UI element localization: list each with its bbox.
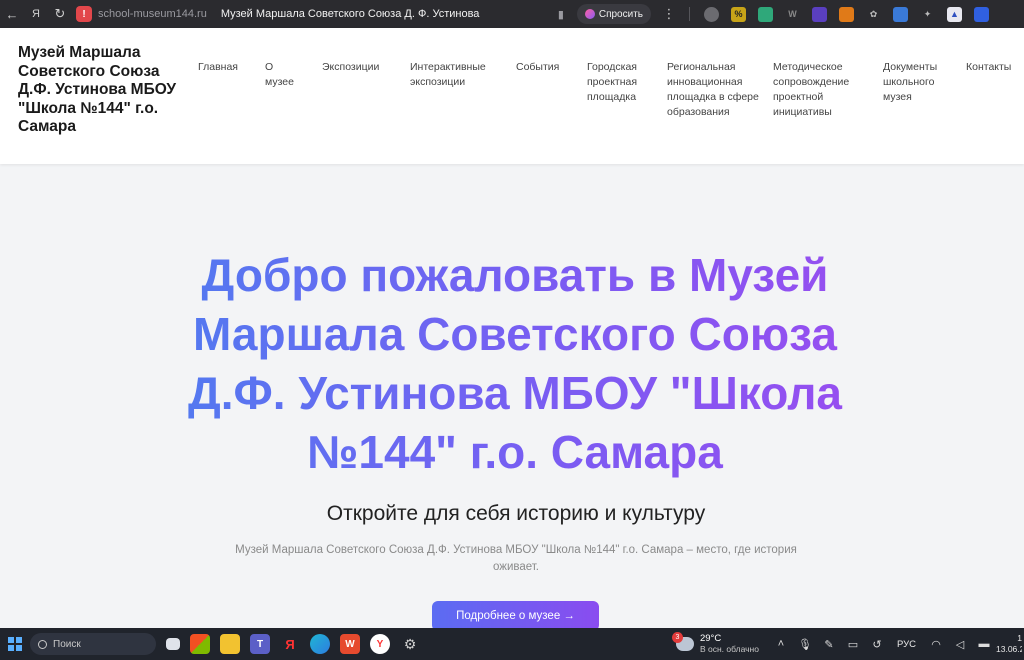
site-header: Музей Маршала Советского Союза Д.Ф. Усти…	[0, 28, 1024, 164]
nav-events[interactable]: События	[516, 60, 578, 75]
hero-title: Добро пожаловать в Музей Маршала Советск…	[140, 246, 890, 482]
orange-extension-icon[interactable]	[838, 6, 854, 22]
teams-icon[interactable]: T	[250, 634, 270, 654]
browser-toolbar: ← Я ↻ ! school-museum144.ru Музей Маршал…	[0, 0, 1024, 28]
weather-badge: 3	[671, 632, 683, 643]
alice-icon	[584, 9, 595, 19]
nav-city-project[interactable]: Городская проектная площадка	[587, 60, 655, 105]
weather-temp: 29°C	[699, 633, 722, 645]
green-extension-icon[interactable]	[757, 6, 773, 22]
yandex-home-icon[interactable]: Я	[24, 2, 48, 26]
nav-methodical-support[interactable]: Методическое сопровождение проектной ини…	[773, 60, 871, 120]
chevron-up-icon[interactable]: ˄	[774, 637, 788, 651]
volume-icon[interactable]: ◁	[953, 637, 967, 651]
weather-desc: В осн. облачно	[699, 643, 759, 654]
microphone-icon[interactable]: 🎙	[798, 637, 812, 651]
clock-date: 13.06.2	[996, 644, 1022, 654]
search-label: Поиск	[53, 638, 81, 650]
reload-icon[interactable]: ↻	[48, 2, 72, 26]
nav-regional-innovation[interactable]: Региональная инновационная площадка в сф…	[667, 60, 761, 120]
store-icon[interactable]	[190, 634, 210, 654]
url-host[interactable]: school-museum144.ru	[98, 8, 207, 20]
toolbar-divider	[688, 7, 690, 21]
nav-interactive-expositions[interactable]: Интерактивные экспозиции	[410, 60, 500, 90]
bookmark-icon[interactable]: ▮	[551, 8, 571, 21]
warning-icon[interactable]: !	[76, 6, 92, 22]
ask-label: Спросить	[598, 8, 643, 20]
nav-contacts[interactable]: Контакты	[966, 60, 1022, 75]
yandex-icon[interactable]: Я	[280, 634, 300, 654]
hero-description: Музей Маршала Советского Союза Д.Ф. Усти…	[235, 544, 797, 574]
nav-home[interactable]: Главная	[198, 60, 253, 75]
settings-icon[interactable]: ⚙	[400, 634, 420, 654]
hero-subtitle: Откройте для себя историю и культуру	[326, 502, 706, 525]
pen-icon[interactable]: ✎	[822, 637, 836, 651]
windows-taskbar: Поиск T Я W Y ⚙ 3 29°C В осн. облачно ˄ …	[0, 628, 1024, 660]
yandex-browser-icon[interactable]: Y	[370, 634, 390, 654]
nav-documents[interactable]: Документы школьного музея	[883, 60, 953, 105]
file-explorer-icon[interactable]	[220, 634, 240, 654]
wiki-extension-icon[interactable]: W	[785, 7, 800, 22]
purple-extension-icon[interactable]	[811, 6, 827, 22]
browser-w-icon[interactable]: W	[340, 634, 360, 654]
download-extension-icon[interactable]	[973, 6, 989, 22]
system-tray: 3 29°C В осн. облачно ˄ 🎙 ✎ ▭ ↺ РУС ◠ ◁ …	[671, 628, 1024, 660]
gear-extension-icon[interactable]: ✿	[866, 7, 881, 22]
nav-expositions[interactable]: Экспозиции	[322, 60, 398, 75]
wifi-icon[interactable]: ◠	[929, 637, 943, 651]
search-icon	[38, 639, 47, 649]
nav-about[interactable]: О музее	[265, 60, 305, 90]
back-icon[interactable]: ←	[0, 2, 24, 26]
address-bar[interactable]: ! school-museum144.ru Музей Маршала Сове…	[76, 3, 551, 25]
taskbar-search[interactable]: Поиск	[30, 633, 156, 655]
menu-icon[interactable]: ⋮	[657, 2, 681, 26]
network-icon[interactable]: ▭	[846, 637, 860, 651]
cloud-icon: 3	[671, 632, 694, 651]
site-title[interactable]: Музей Маршала Советского Союза Д.Ф. Усти…	[18, 44, 193, 137]
windows-start-icon[interactable]	[8, 637, 22, 651]
sync-icon[interactable]: ↺	[870, 637, 884, 651]
ask-button[interactable]: Спросить	[576, 4, 651, 24]
clock-time: 1	[1017, 633, 1022, 644]
profile-extension-icon[interactable]: ▲	[946, 6, 962, 22]
tab-title: Музей Маршала Советского Союза Д. Ф. Уст…	[220, 8, 480, 20]
learn-more-button[interactable]: Подробнее о музее →	[432, 601, 599, 631]
edge-icon[interactable]	[310, 634, 330, 654]
battery-icon[interactable]: ▬	[977, 637, 991, 651]
clock[interactable]: 1 13.06.2	[996, 633, 1022, 654]
weather-widget[interactable]: 3 29°C В осн. облачно	[671, 632, 759, 654]
language-indicator[interactable]: РУС	[897, 639, 916, 650]
globe-extension-icon[interactable]	[703, 6, 719, 22]
blue-extension-icon[interactable]	[892, 6, 908, 22]
task-view-icon[interactable]	[166, 638, 180, 650]
percent-extension-icon[interactable]: %	[730, 6, 746, 22]
puzzle-extension-icon[interactable]: ✦	[920, 7, 935, 22]
